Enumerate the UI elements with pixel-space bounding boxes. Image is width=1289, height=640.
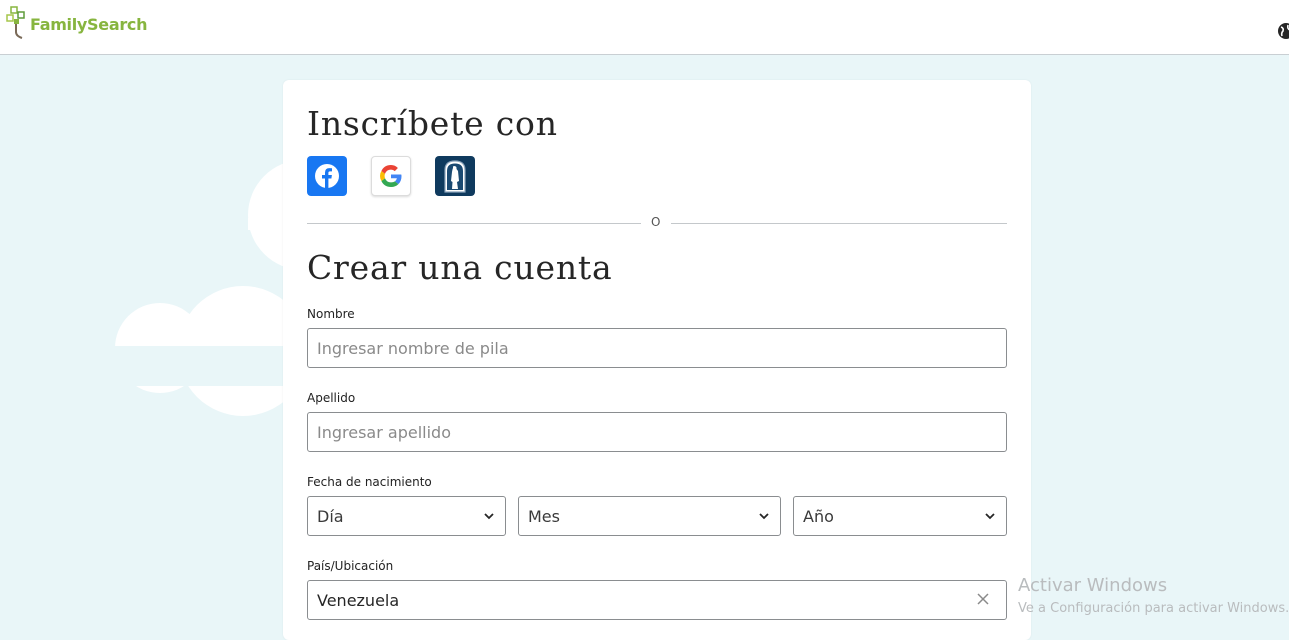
chevron-down-icon bbox=[759, 513, 769, 520]
chevron-down-icon bbox=[985, 513, 995, 520]
last-name-input[interactable] bbox=[307, 412, 1007, 452]
day-select-value: Día bbox=[317, 506, 344, 526]
windows-activation-subtitle: Ve a Configuración para activar Windows. bbox=[1018, 601, 1289, 616]
clear-icon[interactable] bbox=[976, 592, 990, 606]
divider-or-text: O bbox=[651, 215, 661, 229]
church-account-button[interactable] bbox=[435, 156, 475, 196]
signup-card: Inscríbete con O Crear una cuenta Nombre… bbox=[283, 80, 1031, 640]
year-select[interactable]: Año bbox=[793, 496, 1007, 536]
windows-activation-title: Activar Windows bbox=[1018, 575, 1168, 596]
first-name-label: Nombre bbox=[307, 307, 355, 321]
last-name-label: Apellido bbox=[307, 391, 356, 405]
create-account-heading: Crear una cuenta bbox=[307, 248, 613, 287]
logo-text: FamilySearch bbox=[30, 14, 148, 34]
country-input[interactable] bbox=[307, 580, 1007, 620]
facebook-icon bbox=[315, 164, 339, 188]
month-select-value: Mes bbox=[528, 506, 560, 526]
church-account-icon bbox=[444, 160, 466, 193]
chevron-down-icon bbox=[484, 513, 494, 520]
google-button[interactable] bbox=[371, 156, 411, 196]
first-name-input[interactable] bbox=[307, 328, 1007, 368]
day-select[interactable]: Día bbox=[307, 496, 506, 536]
divider-left bbox=[307, 223, 641, 224]
divider-right bbox=[671, 223, 1007, 224]
globe-icon[interactable] bbox=[1276, 21, 1289, 41]
month-select[interactable]: Mes bbox=[518, 496, 781, 536]
family-tree-icon bbox=[6, 6, 25, 39]
signup-with-heading: Inscríbete con bbox=[307, 104, 558, 143]
top-header: FamilySearch bbox=[0, 0, 1289, 55]
google-icon bbox=[380, 165, 402, 187]
birth-date-label: Fecha de nacimiento bbox=[307, 475, 432, 489]
familysearch-logo[interactable]: FamilySearch bbox=[6, 6, 148, 40]
country-label: País/Ubicación bbox=[307, 559, 394, 573]
facebook-button[interactable] bbox=[307, 156, 347, 196]
year-select-value: Año bbox=[803, 506, 834, 526]
